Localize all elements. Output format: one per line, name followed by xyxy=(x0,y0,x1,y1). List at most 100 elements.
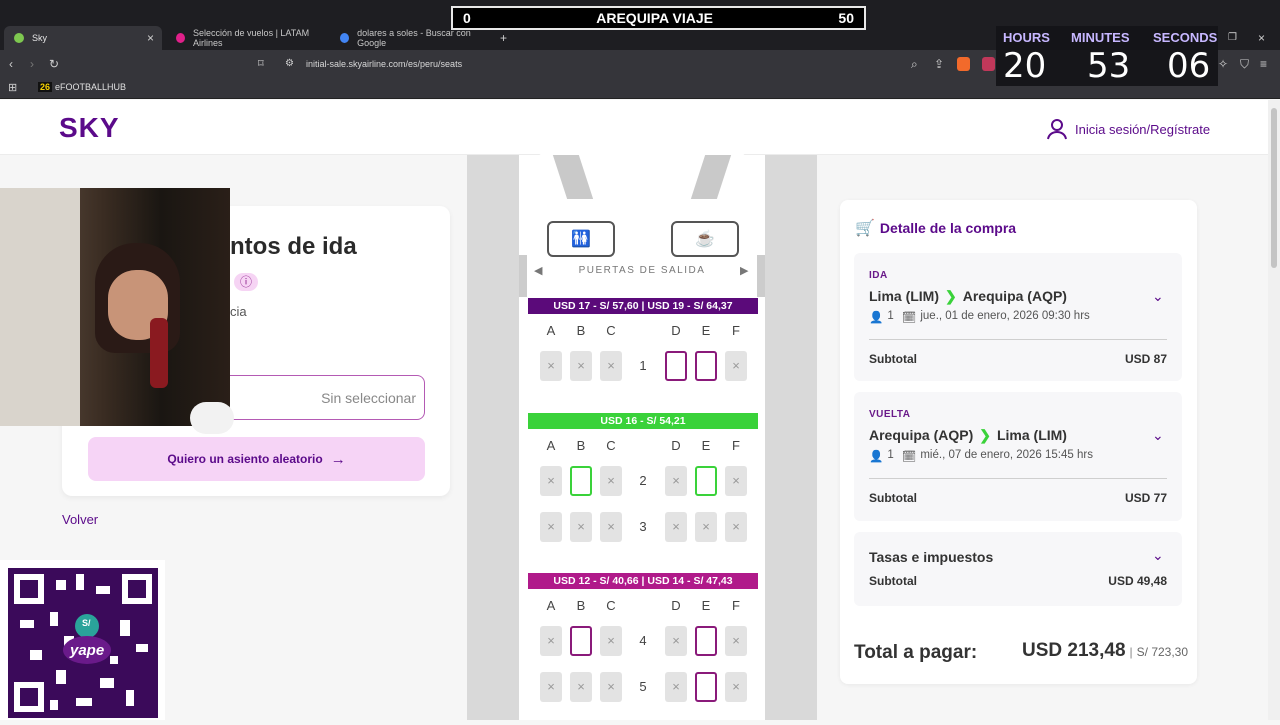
seat-2A: × xyxy=(540,466,562,496)
site-info-icon[interactable]: ⚙ xyxy=(285,58,294,70)
route-arrow-icon: ❯ xyxy=(979,427,991,443)
seat-4C: × xyxy=(600,626,622,656)
seat-column-header: F xyxy=(732,438,740,453)
scrollbar-thumb[interactable] xyxy=(1271,108,1277,268)
seat-column-header: D xyxy=(671,323,681,338)
reload-icon[interactable]: ↻ xyxy=(49,58,59,70)
tab-label: dolares a soles - Buscar con Google xyxy=(357,28,471,48)
close-tab-icon[interactable]: × xyxy=(147,32,154,44)
seat-1D[interactable] xyxy=(665,351,687,381)
ida-label: IDA xyxy=(869,270,888,281)
bookmark-efootballhub[interactable]: 26 eFOOTBALLHUB xyxy=(38,82,126,92)
microphone xyxy=(150,318,168,388)
vuelta-chevron-down-icon[interactable]: ⌄ xyxy=(1152,427,1164,444)
login-link[interactable]: Inicia sesión/Regístrate xyxy=(1046,118,1210,140)
sky-logo[interactable]: SKY xyxy=(59,112,120,144)
extension-icon[interactable]: ✧ xyxy=(1218,58,1228,70)
total-separator: | xyxy=(1129,645,1133,659)
ida-route: Lima (LIM) ❯ Arequipa (AQP) xyxy=(869,288,1067,305)
user-icon xyxy=(1047,119,1067,140)
tab-sky[interactable]: Sky × xyxy=(4,26,162,50)
seat-column-header: A xyxy=(546,323,556,338)
seat-4F: × xyxy=(725,626,747,656)
seat-1B: × xyxy=(570,351,592,381)
vuelta-origin: Arequipa (AQP) xyxy=(869,427,974,443)
qr-code-yape: S/ yape xyxy=(0,560,165,720)
calendar-icon: 🗓 xyxy=(901,312,917,324)
apps-grid-icon[interactable]: ⊞ xyxy=(8,82,17,94)
divider xyxy=(869,339,1167,340)
stream-title-banner: 0 AREQUIPA VIAJE 50 xyxy=(451,6,866,30)
yape-currency: S/ xyxy=(82,618,91,628)
vuelta-subtotal-value: USD 77 xyxy=(1124,491,1167,505)
hours-value: 20 xyxy=(1003,46,1047,86)
galley-coffee-icon: ☕ xyxy=(671,221,739,257)
info-icon[interactable]: ⓘ xyxy=(234,273,258,291)
back-link[interactable]: Volver xyxy=(62,512,98,527)
seat-column-header: F xyxy=(732,598,740,613)
seat-selector-field[interactable]: Sin seleccionar xyxy=(230,375,425,420)
seconds-label: SECONDS xyxy=(1153,30,1218,45)
taxes-section[interactable] xyxy=(854,532,1182,606)
share-icon[interactable]: ⇪ xyxy=(934,58,944,70)
seconds-value: 06 xyxy=(1167,46,1211,86)
brave-shield-icon[interactable] xyxy=(957,57,970,71)
seat-3F: × xyxy=(725,512,747,542)
ida-pax: 1 xyxy=(887,310,894,322)
vuelta-pax: 1 xyxy=(887,449,894,461)
seat-5B: × xyxy=(570,672,592,702)
vuelta-label: VUELTA xyxy=(869,409,911,420)
seat-column-header: D xyxy=(671,598,681,613)
url-field[interactable]: ⚙ initial-sale.skyairline.com/es/peru/se… xyxy=(278,54,998,74)
seat-2E[interactable] xyxy=(695,466,717,496)
webcam-overlay xyxy=(0,188,234,434)
new-tab-icon[interactable]: + xyxy=(500,32,507,44)
seat-4D: × xyxy=(665,626,687,656)
vpn-icon[interactable]: ⛉ xyxy=(1240,58,1249,70)
restore-window-icon[interactable]: ❐ xyxy=(1228,32,1237,44)
webcam-shelf xyxy=(0,188,80,426)
qr-code-icon xyxy=(8,568,158,718)
brave-rewards-icon[interactable] xyxy=(982,57,995,71)
total-usd: USD 213,48 xyxy=(1022,640,1126,661)
seat-4A: × xyxy=(540,626,562,656)
close-window-icon[interactable]: × xyxy=(1258,32,1265,44)
sky-favicon-icon xyxy=(14,33,24,43)
taxes-subtotal-value: USD 49,48 xyxy=(1108,574,1167,588)
ida-origin: Lima (LIM) xyxy=(869,288,939,304)
page-title: ntos de ida xyxy=(230,233,357,260)
seat-1E[interactable] xyxy=(695,351,717,381)
route-arrow-icon: ❯ xyxy=(945,288,957,304)
menu-icon[interactable]: ≡ xyxy=(1260,58,1267,70)
random-seat-button[interactable]: Quiero un asiento aleatorio → xyxy=(88,437,425,481)
zoom-icon[interactable]: ⌕ xyxy=(911,58,918,70)
seat-4E[interactable] xyxy=(695,626,717,656)
passenger-icon: 👤 xyxy=(869,312,884,324)
bookmark-icon[interactable]: ⌑ xyxy=(258,58,264,70)
seat-2B[interactable] xyxy=(570,466,592,496)
calendar-icon: 🗓 xyxy=(901,451,917,463)
taxes-label: Tasas e impuestos xyxy=(869,549,994,565)
seat-column-header: A xyxy=(546,598,556,613)
seat-1F: × xyxy=(725,351,747,381)
seat-5F: × xyxy=(725,672,747,702)
cart-icon: 🛒 xyxy=(855,220,875,237)
seat-2F: × xyxy=(725,466,747,496)
ida-subtotal-label: Subtotal xyxy=(869,352,917,366)
forward-icon[interactable]: › xyxy=(30,58,34,70)
arrow-left-icon: ◀ xyxy=(534,265,544,277)
seal-sticker xyxy=(190,402,234,434)
purchase-detail-title: Detalle de la compra xyxy=(879,220,1017,236)
arrow-right-icon: ▶ xyxy=(740,265,750,277)
ida-chevron-down-icon[interactable]: ⌄ xyxy=(1152,288,1164,305)
seat-3C: × xyxy=(600,512,622,542)
banner-title: AREQUIPA VIAJE xyxy=(596,10,713,26)
seat-5E[interactable] xyxy=(695,672,717,702)
purchase-detail-heading: 🛒 Detalle de la compra xyxy=(855,218,1016,238)
ida-subtotal-value: USD 87 xyxy=(1124,352,1167,366)
tab-latam[interactable]: Selección de vuelos | LATAM Airlines xyxy=(166,26,326,50)
ida-date: jue., 01 de enero, 2026 09:30 hrs xyxy=(920,310,1090,322)
taxes-chevron-down-icon[interactable]: ⌄ xyxy=(1152,547,1164,564)
back-icon[interactable]: ‹ xyxy=(9,58,13,70)
seat-4B[interactable] xyxy=(570,626,592,656)
